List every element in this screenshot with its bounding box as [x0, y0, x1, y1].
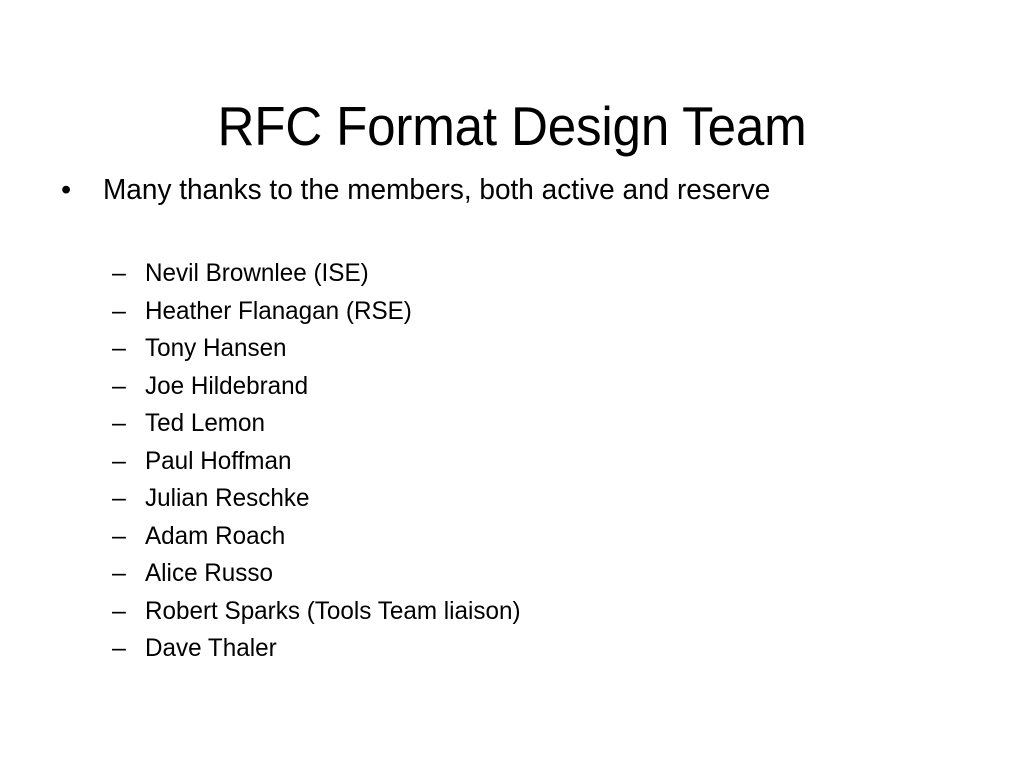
list-item: – Ted Lemon: [0, 405, 1024, 443]
dash-icon: –: [112, 334, 126, 362]
member-name: Heather Flanagan (RSE): [145, 296, 412, 325]
member-name: Julian Reschke: [145, 484, 310, 512]
dash-icon: –: [112, 371, 126, 400]
member-list: – Nevil Brownlee (ISE) – Heather Flanaga…: [0, 255, 1024, 668]
list-item: – Tony Hansen: [0, 330, 1024, 368]
member-name: Dave Thaler: [145, 634, 277, 662]
slide-body-content: • Many thanks to the members, both activ…: [0, 172, 1024, 662]
dash-icon: –: [112, 259, 126, 287]
member-name: Paul Hoffman: [145, 446, 292, 475]
member-name: Ted Lemon: [145, 409, 265, 437]
dash-icon: –: [112, 484, 126, 512]
list-item: – Nevil Brownlee (ISE): [0, 255, 1024, 293]
dash-icon: –: [112, 634, 126, 662]
list-item: – Julian Reschke: [0, 480, 1024, 518]
bullet-item-primary-label: Many thanks to the members, both active …: [103, 174, 771, 206]
dash-icon: –: [112, 409, 126, 437]
dash-icon: –: [112, 521, 126, 550]
presentation-slide: RFC Format Design Team • Many thanks to …: [0, 0, 1024, 768]
member-name: Tony Hansen: [145, 334, 287, 362]
list-item: – Robert Sparks (Tools Team liaison): [0, 593, 1024, 631]
bullet-item-primary: • Many thanks to the members, both activ…: [0, 172, 1024, 209]
bullet-dot-icon: •: [61, 174, 72, 206]
dash-icon: –: [112, 559, 126, 587]
dash-icon: –: [112, 596, 126, 625]
dash-icon: –: [112, 296, 126, 325]
list-item: – Adam Roach: [0, 518, 1024, 556]
dash-icon: –: [112, 446, 126, 475]
list-item: – Alice Russo: [0, 555, 1024, 593]
list-item: – Dave Thaler: [0, 630, 1024, 668]
list-item: – Heather Flanagan (RSE): [0, 293, 1024, 331]
member-name: Adam Roach: [145, 521, 286, 550]
member-name: Joe Hildebrand: [145, 371, 309, 400]
list-item: – Joe Hildebrand: [0, 368, 1024, 406]
member-name: Robert Sparks (Tools Team liaison): [145, 596, 521, 625]
member-name: Nevil Brownlee (ISE): [145, 259, 369, 287]
slide-title: RFC Format Design Team: [217, 94, 807, 157]
list-item: – Paul Hoffman: [0, 443, 1024, 481]
member-name: Alice Russo: [145, 559, 274, 587]
